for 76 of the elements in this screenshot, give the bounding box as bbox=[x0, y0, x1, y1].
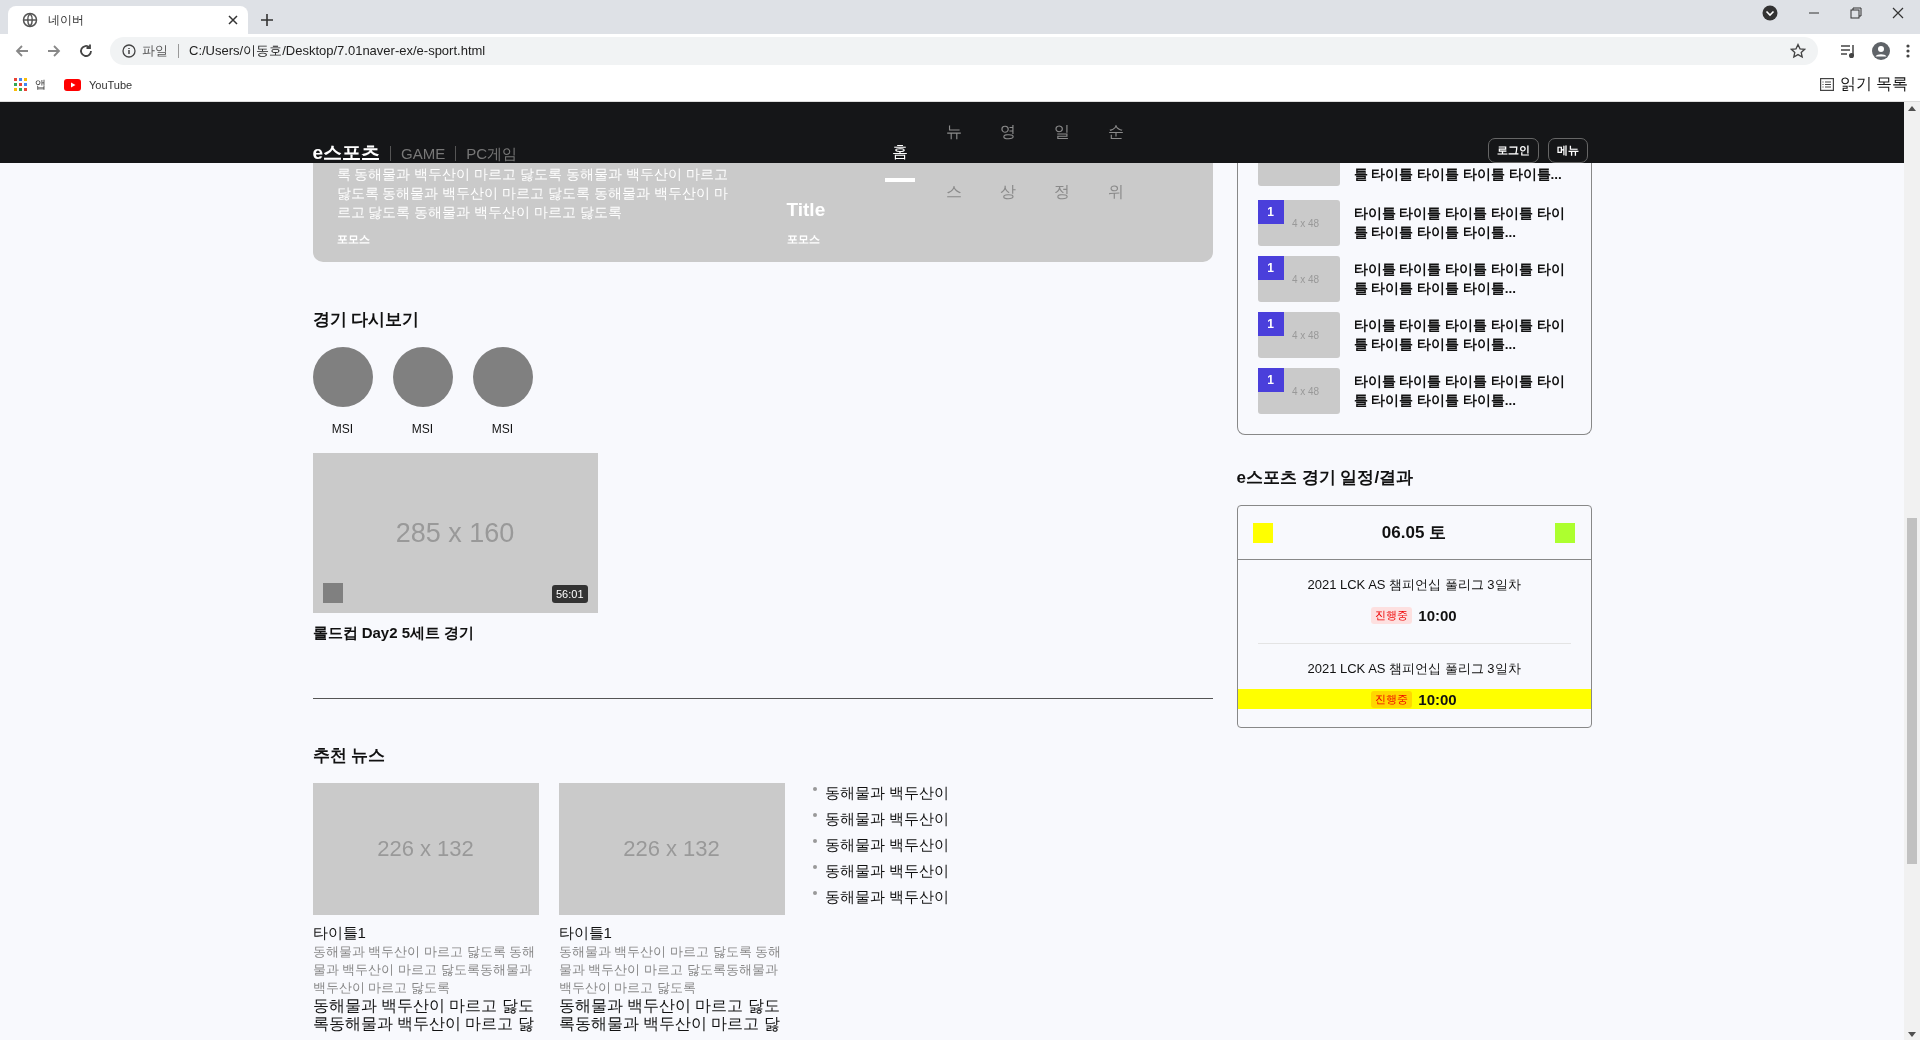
section-heading: 경기 다시보기 bbox=[312, 309, 421, 331]
restore-icon[interactable] bbox=[1850, 6, 1862, 19]
status-badge: 진행중 bbox=[1371, 606, 1413, 624]
ranking-title[interactable]: 타이틀 타이틀 타이틀 타이틀 타이틀 타이틀 타이틀 타이틀... bbox=[1353, 260, 1571, 298]
news-link[interactable]: 동해물과 백두산이 bbox=[824, 858, 949, 884]
plus-icon[interactable] bbox=[260, 13, 274, 27]
header-button[interactable]: 로그인 bbox=[1487, 138, 1539, 163]
close-icon[interactable] bbox=[228, 15, 238, 25]
square-icon bbox=[322, 583, 343, 603]
site-logo[interactable]: e스포츠 bbox=[312, 142, 381, 164]
browser-tab[interactable]: 네이버 bbox=[8, 6, 248, 34]
close-icon[interactable] bbox=[1892, 6, 1904, 19]
match-name: 2021 LCK AS 챔피언십 풀리그 3일차 bbox=[1307, 576, 1521, 594]
forward-arrow-icon[interactable] bbox=[46, 43, 62, 59]
header-link[interactable]: PC게임 bbox=[466, 145, 518, 163]
back-arrow-icon[interactable] bbox=[14, 43, 30, 59]
channel-label: MSI bbox=[491, 421, 514, 438]
video-caption[interactable]: 롤드컵 Day2 5세트 경기 bbox=[312, 623, 1213, 643]
ranking-title[interactable]: 틀 타이틀 타이틀 타이틀 타이틀... bbox=[1353, 165, 1571, 184]
ranking-title[interactable]: 타이틀 타이틀 타이틀 타이틀 타이틀 타이틀 타이틀 타이틀... bbox=[1353, 372, 1571, 410]
news-text: 동해물과 백두산이 마르고 닳도록동해물과 백두산이 마르고 닳 bbox=[312, 997, 535, 1033]
news-link[interactable]: 동해물과 백두산이 bbox=[824, 832, 949, 858]
scrollbar-thumb[interactable] bbox=[1907, 518, 1917, 864]
reading-list-button[interactable]: 읽기 목록 bbox=[1819, 74, 1908, 95]
reload-icon[interactable] bbox=[78, 43, 94, 59]
bullet-icon bbox=[812, 787, 817, 791]
news-text: 동해물과 백두산이 마르고 닳도록동해물과 백두산이 마르고 닳 bbox=[558, 997, 781, 1033]
duration-badge: 56:01 bbox=[551, 585, 588, 603]
address-bar[interactable]: 파일 C:/Users/이동호/Desktop/7.01naver-ex/e-sport.html bbox=[110, 37, 1818, 65]
scrollbar[interactable] bbox=[1904, 102, 1920, 1040]
bookmark-item[interactable]: YouTube bbox=[64, 78, 133, 91]
news-title[interactable]: 타이틀1 bbox=[312, 923, 539, 943]
bullet-icon bbox=[812, 839, 817, 843]
play-logo-icon bbox=[64, 78, 81, 91]
bullet-icon bbox=[812, 813, 817, 817]
channel-label: MSI bbox=[331, 421, 354, 438]
header-link[interactable]: GAME bbox=[401, 145, 446, 163]
news-summary: 동해물과 백두산이 마르고 닳도록 동해물과 백두산이 마르고 닳도록동해물과 백두산이 마르고 닳도록 bbox=[312, 943, 537, 997]
header-button[interactable]: 메뉴 bbox=[1547, 138, 1588, 163]
star-icon[interactable] bbox=[1790, 43, 1806, 59]
match-time: 10:00 bbox=[1418, 606, 1457, 624]
address-url: C:/Users/이동호/Desktop/7.01naver-ex/e-sport.html bbox=[189, 42, 487, 60]
rank-badge: 1 bbox=[1257, 256, 1284, 280]
section-heading: 추천 뉴스 bbox=[312, 745, 387, 767]
address-scheme: 파일 bbox=[142, 42, 168, 60]
profile-icon[interactable] bbox=[1872, 42, 1890, 60]
list-icon bbox=[1819, 78, 1834, 91]
news-link[interactable]: 동해물과 백두산이 bbox=[824, 780, 949, 806]
bullet-icon bbox=[812, 865, 817, 869]
bullet-icon bbox=[812, 891, 817, 895]
news-link[interactable]: 동해물과 백두산이 bbox=[824, 806, 949, 832]
section-heading: e스포츠 경기 일정/결과 bbox=[1236, 467, 1415, 489]
chevron-circle-icon[interactable] bbox=[1762, 4, 1778, 21]
bookmark-item[interactable]: 앱 bbox=[14, 77, 46, 92]
info-icon bbox=[122, 44, 136, 58]
news-summary: 동해물과 백두산이 마르고 닳도록 동해물과 백두산이 마르고 닳도록동해물과 백두산이 마르고 닳도록 bbox=[558, 943, 783, 997]
match-time: 10:00 bbox=[1418, 690, 1457, 708]
schedule-date: 06.05 토 bbox=[1381, 522, 1447, 544]
ranking-title[interactable]: 타이틀 타이틀 타이틀 타이틀 타이틀 타이틀 타이틀 타이틀... bbox=[1353, 204, 1571, 242]
channel-label: MSI bbox=[411, 421, 434, 438]
ranking-thumbnail[interactable] bbox=[1257, 163, 1340, 186]
news-link[interactable]: 동해물과 백두산이 bbox=[824, 884, 949, 910]
apps-grid-icon bbox=[14, 78, 27, 91]
match-name: 2021 LCK AS 챔피언십 풀리그 3일차 bbox=[1307, 660, 1521, 678]
rank-badge: 1 bbox=[1257, 368, 1284, 392]
ranking-title[interactable]: 타이틀 타이틀 타이틀 타이틀 타이틀 타이틀 타이틀 타이틀... bbox=[1353, 316, 1571, 354]
status-badge: 진행중 bbox=[1371, 690, 1413, 708]
playlist-icon[interactable] bbox=[1840, 43, 1856, 59]
rank-badge: 1 bbox=[1257, 200, 1284, 224]
news-title[interactable]: 타이틀1 bbox=[558, 923, 785, 943]
globe-icon bbox=[22, 12, 38, 28]
down-arrow-icon[interactable] bbox=[1908, 1032, 1916, 1037]
rank-badge: 1 bbox=[1257, 312, 1284, 336]
more-menu-icon[interactable] bbox=[1906, 43, 1910, 59]
tab-title: 네이버 bbox=[48, 11, 85, 29]
up-arrow-icon[interactable] bbox=[1908, 106, 1916, 111]
